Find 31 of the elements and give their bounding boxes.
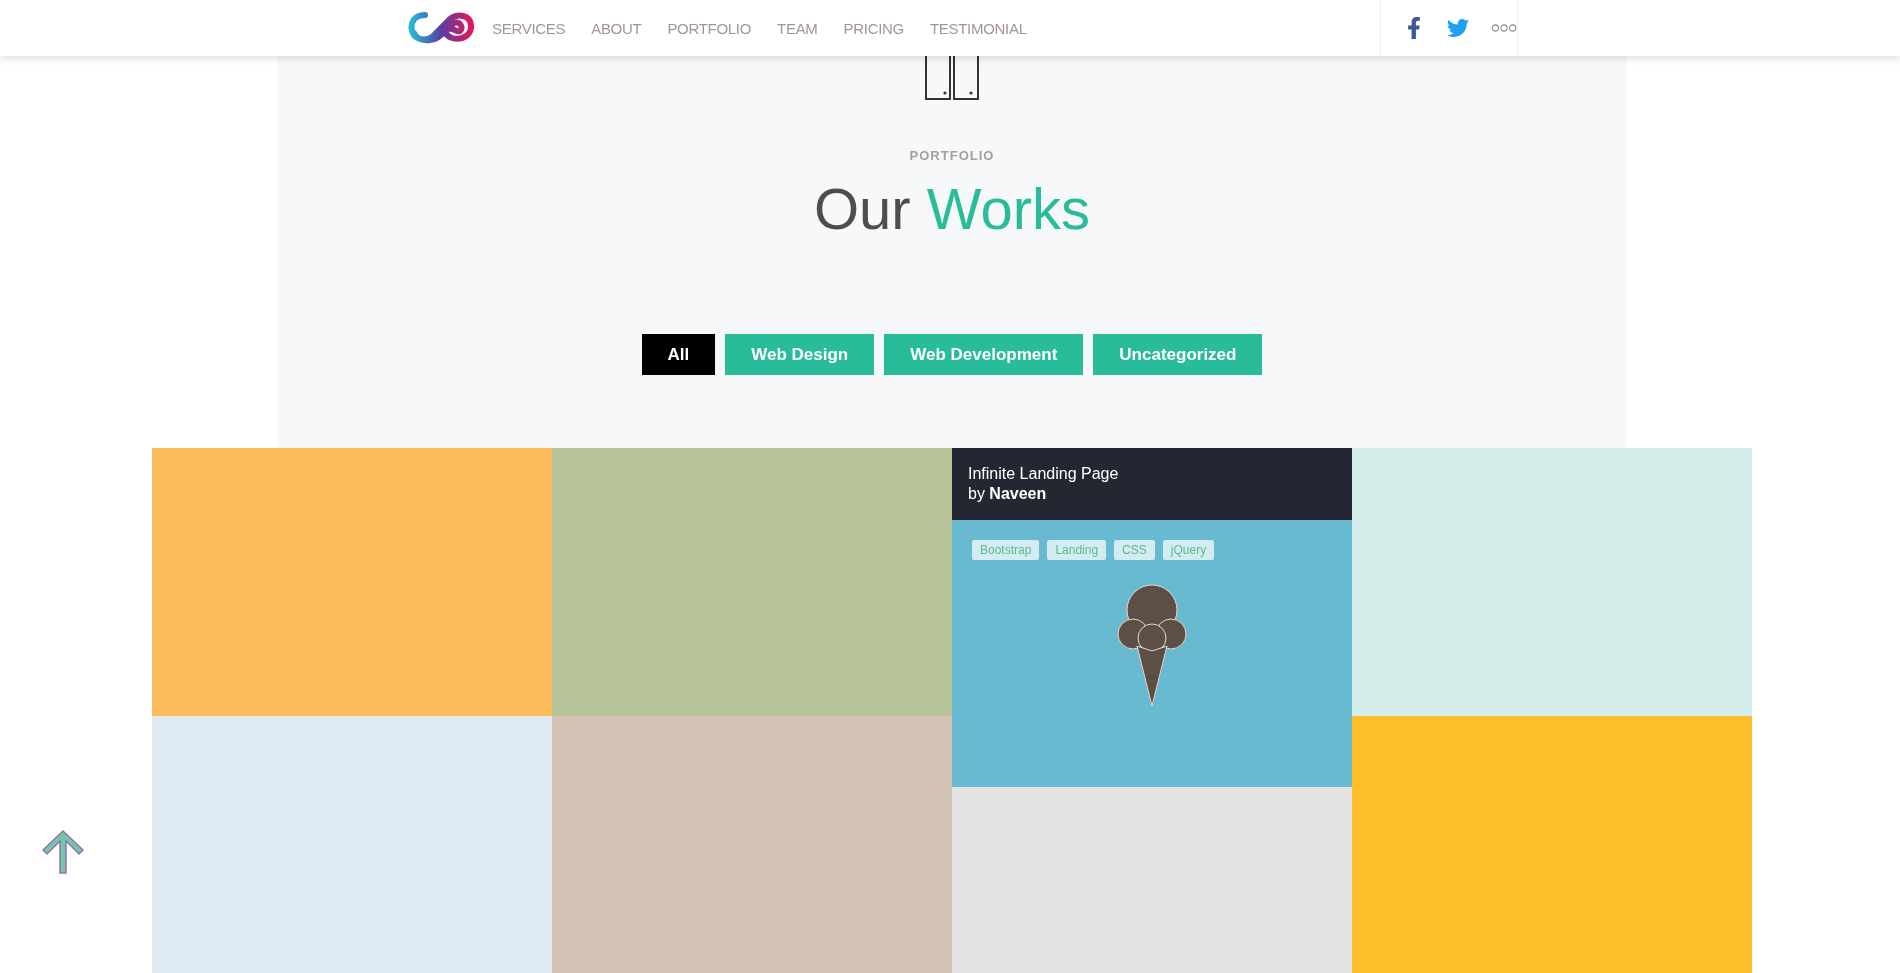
section-title: Our Works — [813, 175, 1091, 242]
portfolio-tile[interactable] — [952, 787, 1352, 973]
logo-icon[interactable] — [408, 11, 474, 45]
portfolio-tile[interactable] — [552, 716, 952, 973]
filter-button[interactable]: Uncategorized — [1093, 334, 1263, 375]
more-icon[interactable] — [1491, 23, 1517, 33]
twitter-icon[interactable] — [1447, 17, 1469, 39]
tablets-icon — [925, 56, 979, 100]
tag-link[interactable]: CSS — [1114, 540, 1155, 560]
nav-link[interactable]: TEAM — [777, 19, 818, 37]
tag-link[interactable]: Bootstrap — [972, 540, 1040, 560]
nav-link[interactable]: PORTFOLIO — [667, 19, 752, 37]
portfolio-tile[interactable] — [552, 448, 952, 716]
scroll-up-icon[interactable] — [40, 828, 86, 874]
portfolio-tile[interactable] — [152, 716, 552, 973]
nav-link[interactable]: ABOUT — [591, 19, 642, 37]
tag-link[interactable]: jQuery — [1162, 540, 1215, 560]
project-author: by Naveen — [968, 484, 1048, 504]
nav-link[interactable]: SERVICES — [492, 19, 566, 37]
filter-button[interactable]: Web Design — [725, 334, 875, 375]
portfolio-tile[interactable] — [1352, 716, 1752, 973]
filter-button[interactable]: Web Development — [884, 334, 1084, 375]
filter-button[interactable]: All — [641, 334, 716, 375]
project-tile[interactable]: Bootstrap Landing CSS jQuery — [952, 520, 1352, 787]
project-title: Infinite Landing Page — [968, 464, 1120, 484]
nav-link[interactable]: PRICING — [843, 19, 904, 37]
section-eyebrow: PORTFOLIO — [909, 148, 995, 163]
nav-link[interactable]: TESTIMONIAL — [929, 19, 1027, 37]
portfolio-tile[interactable] — [1352, 448, 1752, 716]
tag-link[interactable]: Landing — [1047, 540, 1107, 560]
portfolio-tile[interactable] — [152, 448, 552, 716]
